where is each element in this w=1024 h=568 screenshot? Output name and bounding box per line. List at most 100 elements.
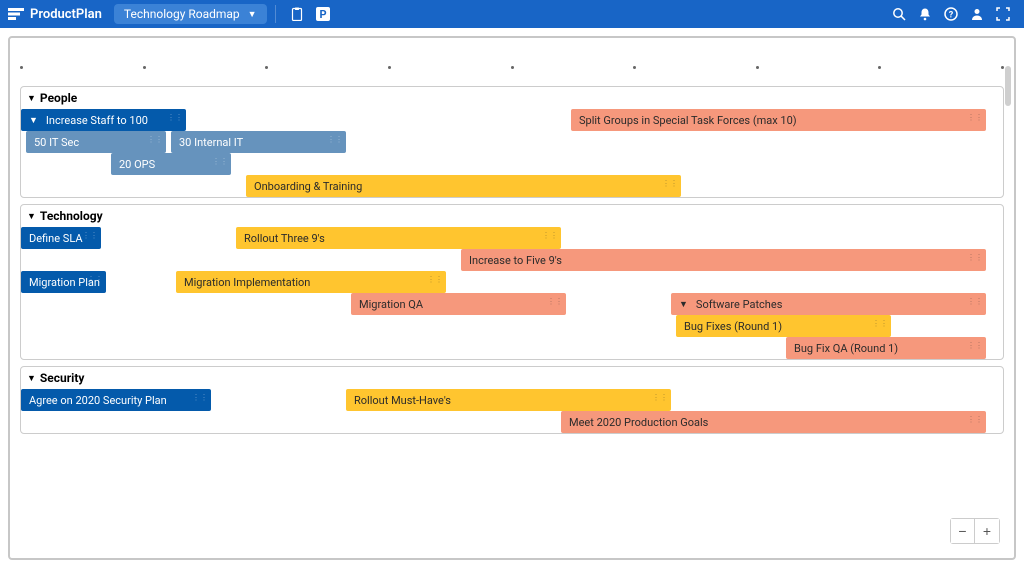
grip-icon: ⋮⋮ [967,415,983,424]
lane-row: Migration QA⋮⋮◦ ▼ Software Patches ⋮⋮ [21,293,1003,315]
zoom-in-button[interactable]: + [975,519,999,543]
lane-row: Define SLA⋮⋮Rollout Three 9's⋮⋮ [21,227,1003,249]
zoom-control: − + [950,518,1000,544]
timeline-bar[interactable]: 20 OPS⋮⋮ [111,153,231,175]
groups-container: ▼People▼Increase Staff to 100⋮⋮Split Gro… [10,80,1014,440]
grip-icon: ⋮⋮ [87,275,103,284]
user-icon[interactable] [968,5,986,23]
roadmap-name: Technology Roadmap [124,7,240,21]
timeline-bar[interactable]: Split Groups in Special Task Forces (max… [571,109,986,131]
bar-label: Software Patches [696,298,782,311]
bar-label: Agree on 2020 Security Plan [29,394,167,407]
grip-icon: ⋮⋮ [427,275,443,284]
scroll-thumb[interactable] [1005,66,1011,106]
grip-icon: ⋮⋮ [82,231,98,240]
lane-row: 20 OPS⋮⋮ [21,153,1003,175]
svg-text:?: ? [949,11,954,21]
chevron-down-icon: ▼ [27,211,36,222]
lane-row: Onboarding & Training⋮⋮ [21,175,1003,197]
chevron-down-icon: ▼ [27,373,36,384]
grip-icon: ⋮⋮ [662,179,678,188]
timeline-bar[interactable]: ▼Software Patches⋮⋮ [671,293,986,315]
lane-row: Bug Fix QA (Round 1) ⋮⋮ [21,337,1003,359]
bar-label: Increase to Five 9's [469,254,562,267]
parking-icon[interactable]: P [314,5,332,23]
bell-icon[interactable] [916,5,934,23]
grip-icon: ⋮⋮ [967,341,983,350]
roadmap-selector[interactable]: Technology Roadmap ▼ [114,4,267,24]
svg-text:P: P [319,8,326,21]
bar-label: Increase Staff to 100 [46,114,148,127]
grip-icon: ⋮⋮ [652,393,668,402]
bar-label: Bug Fix QA (Round 1) [794,342,898,355]
chevron-down-icon: ▼ [679,299,688,310]
grip-icon: ⋮⋮ [547,297,563,306]
bar-label: Split Groups in Special Task Forces (max… [579,114,797,127]
divider [275,5,276,23]
bar-label: 30 Internal IT [179,136,243,149]
bar-label: Define SLA [29,232,83,245]
help-icon[interactable]: ? [942,5,960,23]
timeline-bar[interactable]: ▼ Increase Staff to 100 ⋮⋮ [21,109,186,131]
lane-row: Meet 2020 Production Goals ⋮⋮ [21,411,1003,433]
grip-icon: ⋮⋮ [327,135,343,144]
zoom-out-button[interactable]: − [951,519,975,543]
topbar: ProductPlan Technology Roadmap ▼ P ? [0,0,1024,28]
timeline-bar[interactable]: 30 Internal IT ⋮⋮ [171,131,346,153]
lane-row: ▼ Increase Staff to 100 ⋮⋮ Split Groups in … [21,109,1003,131]
bar-label: Meet 2020 Production Goals [569,416,708,429]
timeline-bar[interactable]: Onboarding & Training⋮⋮ [246,175,681,197]
brand[interactable]: ProductPlan [8,7,102,22]
search-icon[interactable] [890,5,908,23]
bar-label: Rollout Three 9's [244,232,325,245]
mini-scrollbar[interactable] [1004,66,1012,556]
bar-label: Bug Fixes (Round 1) [684,320,782,333]
lane-header[interactable]: ▼ Security [21,367,1003,389]
lane-group: ▼SecurityAgree on 2020 Security Plan⋮⋮◦R… [20,366,1004,434]
lane-row: 50 IT Sec⋮⋮ 30 Internal IT ⋮⋮ [21,131,1003,153]
lane-group: ▼People▼Increase Staff to 100⋮⋮Split Gro… [20,86,1004,198]
timeline-bar[interactable]: Bug Fix QA (Round 1) ⋮⋮ [786,337,986,359]
timeline-bar[interactable]: Migration QA⋮⋮◦ [351,293,566,315]
lane-row: Migration Plan⋮⋮◦ Migration Implementatio… [21,271,1003,293]
timeline-bar[interactable]: 50 IT Sec⋮⋮ [26,131,166,153]
lane-header[interactable]: ▼ Technology [21,205,1003,227]
grip-icon: ⋮⋮ [192,393,208,402]
timeline-bar[interactable]: Migration Implementation⋮⋮◦◦ [176,271,446,293]
fullscreen-icon[interactable] [994,5,1012,23]
grip-icon: ⋮⋮ [167,113,183,122]
timeline-bar[interactable]: Bug Fixes (Round 1) ⋮⋮ [676,315,891,337]
bar-label: 50 IT Sec [34,136,79,149]
grip-icon: ⋮⋮ [542,231,558,240]
lane-row: Increase to Five 9's ⋮⋮ [21,249,1003,271]
chevron-down-icon: ▼ [248,9,257,20]
lane-header[interactable]: ▼ People [21,87,1003,109]
timeline-bar[interactable]: Rollout Three 9's ⋮⋮ [236,227,561,249]
timeline-bar[interactable]: Increase to Five 9's ⋮⋮ [461,249,986,271]
lane-title: Technology [40,209,103,223]
grip-icon: ⋮⋮ [967,113,983,122]
bar-label: Rollout Must-Have's [354,394,451,407]
brand-icon [8,8,24,20]
clipboard-icon[interactable] [288,5,306,23]
lane-title: People [40,91,77,105]
timeline-bar[interactable]: Define SLA⋮⋮ [21,227,101,249]
grip-icon: ⋮⋮ [967,253,983,262]
chevron-down-icon: ▼ [29,115,38,126]
canvas[interactable]: ▼People▼Increase Staff to 100⋮⋮Split Gro… [8,36,1016,560]
lane-body: Agree on 2020 Security Plan⋮⋮◦Rollout Mu… [21,389,1003,433]
timeline-ticks [20,66,1004,72]
lane-body: ▼ Increase Staff to 100 ⋮⋮ Split Groups in … [21,109,1003,197]
grip-icon: ⋮⋮ [872,319,888,328]
lane-row: Bug Fixes (Round 1) ⋮⋮ [21,315,1003,337]
timeline-bar[interactable]: Meet 2020 Production Goals ⋮⋮ [561,411,986,433]
timeline-bar[interactable]: Migration Plan⋮⋮◦ [21,271,106,293]
lane-group: ▼TechnologyDefine SLA⋮⋮Rollout Three 9's… [20,204,1004,360]
brand-name: ProductPlan [30,7,102,22]
chevron-down-icon: ▼ [27,93,36,104]
timeline-bar[interactable]: Rollout Must-Have's⋮⋮◦ [346,389,671,411]
bar-label: 20 OPS [119,158,155,171]
timeline-bar[interactable]: Agree on 2020 Security Plan⋮⋮◦ [21,389,211,411]
lane-body: Define SLA⋮⋮Rollout Three 9's⋮⋮Increase … [21,227,1003,359]
lane-title: Security [40,371,85,385]
